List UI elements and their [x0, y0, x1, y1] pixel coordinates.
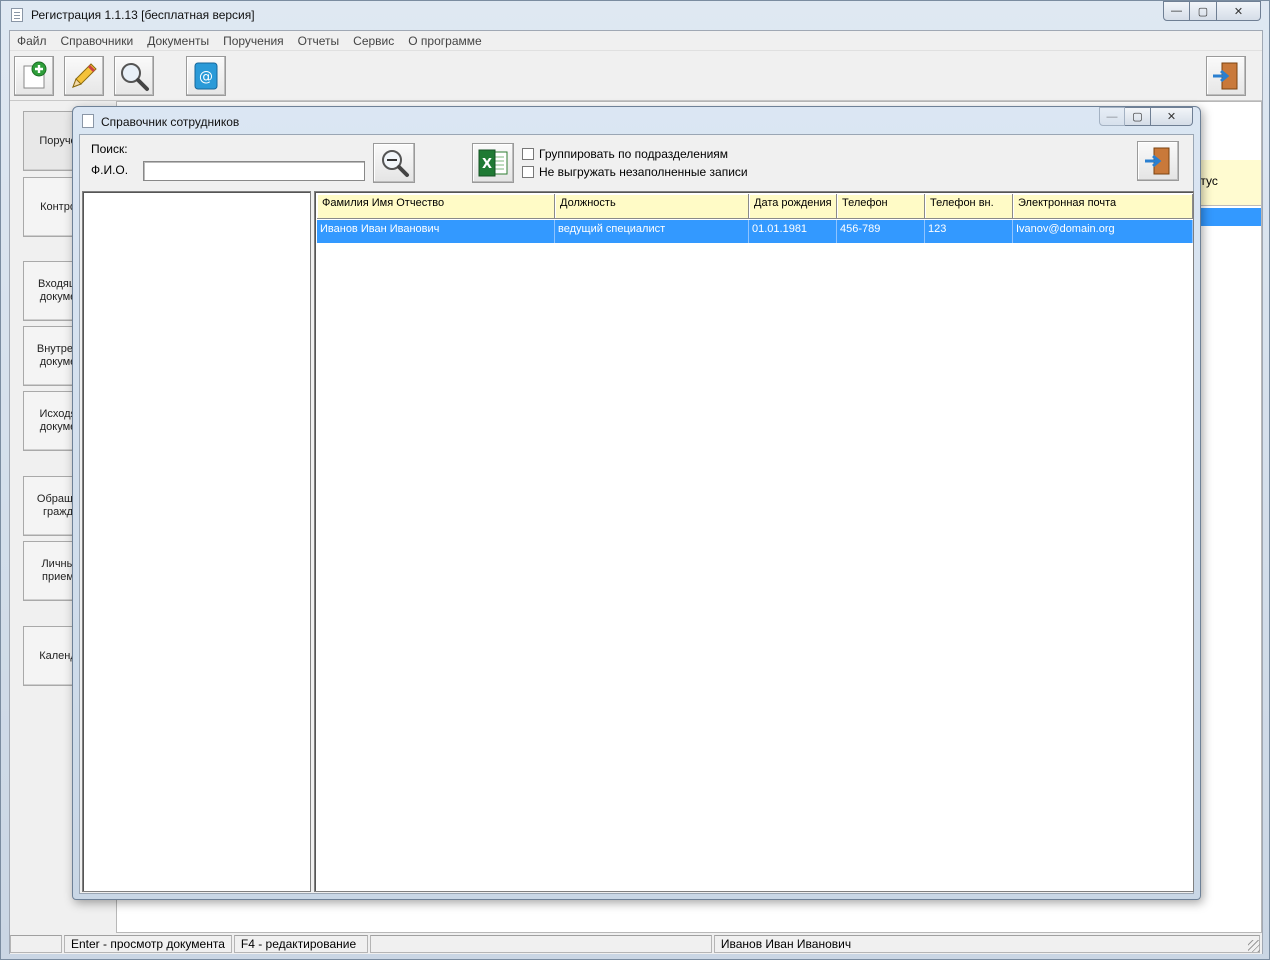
employees-dialog: Справочник сотрудников — ▢ ✕ Поиск: Ф.И.… [72, 106, 1201, 900]
dialog-title: Справочник сотрудников [101, 115, 240, 129]
skip-empty-option[interactable]: Не выгружать незаполненные записи [522, 165, 748, 179]
column-header-email[interactable]: Электронная почта [1013, 194, 1193, 219]
dialog-close-button[interactable]: ✕ [1151, 107, 1193, 126]
zoom-out-icon [382, 150, 409, 177]
menu-about[interactable]: О программе [401, 34, 488, 48]
svg-text:@: @ [199, 69, 213, 85]
app-title: Регистрация 1.1.13 [бесплатная версия] [31, 8, 255, 22]
search-button[interactable] [114, 56, 154, 96]
grid-header-row: Фамилия Имя Отчество Должность Дата рожд… [317, 194, 1193, 219]
dialog-maximize-button[interactable]: ▢ [1125, 107, 1151, 126]
cell-position: ведущий специалист [555, 220, 749, 243]
edit-icon [72, 63, 97, 88]
table-row[interactable]: Иванов Иван Иванович ведущий специалист … [317, 220, 1193, 243]
exit-door-icon [1145, 147, 1170, 175]
main-titlebar[interactable]: Регистрация 1.1.13 [бесплатная версия] —… [1, 1, 1269, 29]
exit-door-icon [1213, 62, 1238, 90]
main-toolbar: @ [10, 53, 1262, 101]
excel-icon: X [478, 149, 508, 177]
status-bar: Enter - просмотр документа F4 - редактир… [10, 934, 1262, 954]
close-button[interactable]: ✕ [1217, 1, 1261, 21]
column-header-fullname[interactable]: Фамилия Имя Отчество [317, 194, 555, 219]
edit-button[interactable] [64, 56, 104, 96]
group-by-department-option[interactable]: Группировать по подразделениям [522, 147, 728, 161]
employees-grid[interactable]: Фамилия Имя Отчество Должность Дата рожд… [314, 191, 1194, 892]
menu-bar: Файл Справочники Документы Поручения Отч… [10, 31, 1262, 51]
export-excel-button[interactable]: X [472, 143, 514, 183]
close-icon: ✕ [1233, 5, 1244, 18]
column-header-ext-phone[interactable]: Телефон вн. [925, 194, 1013, 219]
menu-service[interactable]: Сервис [346, 34, 401, 48]
clear-search-button[interactable] [373, 143, 415, 183]
status-hint-f4: F4 - редактирование [233, 935, 368, 953]
column-header-birthdate[interactable]: Дата рождения [749, 194, 837, 219]
minimize-button[interactable]: — [1163, 1, 1190, 21]
search-label: Поиск: [91, 142, 128, 156]
app-icon [11, 8, 23, 22]
maximize-button[interactable]: ▢ [1190, 1, 1217, 21]
maximize-icon: ▢ [1132, 111, 1143, 123]
fio-label: Ф.И.О. [91, 163, 129, 177]
cell-ext-phone: 123 [925, 220, 1013, 243]
fio-search-input[interactable] [143, 161, 365, 181]
dialog-client-area: Поиск: Ф.И.О. X Группировать по подразде… [79, 134, 1194, 894]
add-button[interactable] [14, 56, 54, 96]
group-by-department-label: Группировать по подразделениям [539, 147, 729, 161]
department-tree[interactable] [82, 191, 311, 892]
add-icon [23, 61, 47, 89]
column-header-position[interactable]: Должность [555, 194, 749, 219]
dialog-minimize-button[interactable]: — [1099, 107, 1125, 126]
column-header-phone[interactable]: Телефон [837, 194, 925, 219]
menu-reports[interactable]: Отчеты [291, 34, 346, 48]
maximize-icon: ▢ [1197, 5, 1209, 18]
menu-file[interactable]: Файл [10, 34, 54, 48]
group-by-department-checkbox[interactable] [522, 148, 534, 160]
menu-assignments[interactable]: Поручения [216, 34, 291, 48]
status-hint-enter: Enter - просмотр документа [64, 935, 232, 953]
menu-documents[interactable]: Документы [140, 34, 216, 48]
address-book-icon: @ [194, 62, 218, 90]
dialog-icon [82, 114, 94, 128]
exit-button[interactable] [1206, 56, 1246, 96]
resize-grip[interactable] [1248, 940, 1260, 952]
cell-phone: 456-789 [837, 220, 925, 243]
minimize-icon: — [1171, 5, 1182, 17]
menu-directories[interactable]: Справочники [54, 34, 141, 48]
search-icon [121, 63, 149, 91]
status-user: Иванов Иван Иванович [713, 935, 1260, 953]
close-icon: ✕ [1166, 111, 1177, 123]
address-book-button[interactable]: @ [186, 56, 226, 96]
skip-empty-checkbox[interactable] [522, 166, 534, 178]
skip-empty-label: Не выгружать незаполненные записи [539, 165, 748, 179]
cell-birthdate: 01.01.1981 [749, 220, 837, 243]
status-cell-spacer [369, 935, 712, 953]
svg-text:X: X [482, 157, 492, 172]
cell-fullname: Иванов Иван Иванович [317, 220, 555, 243]
dialog-exit-button[interactable] [1137, 141, 1179, 181]
cell-email: Ivanov@domain.org [1013, 220, 1193, 243]
minimize-icon: — [1106, 110, 1118, 123]
status-cell-empty [10, 935, 62, 953]
